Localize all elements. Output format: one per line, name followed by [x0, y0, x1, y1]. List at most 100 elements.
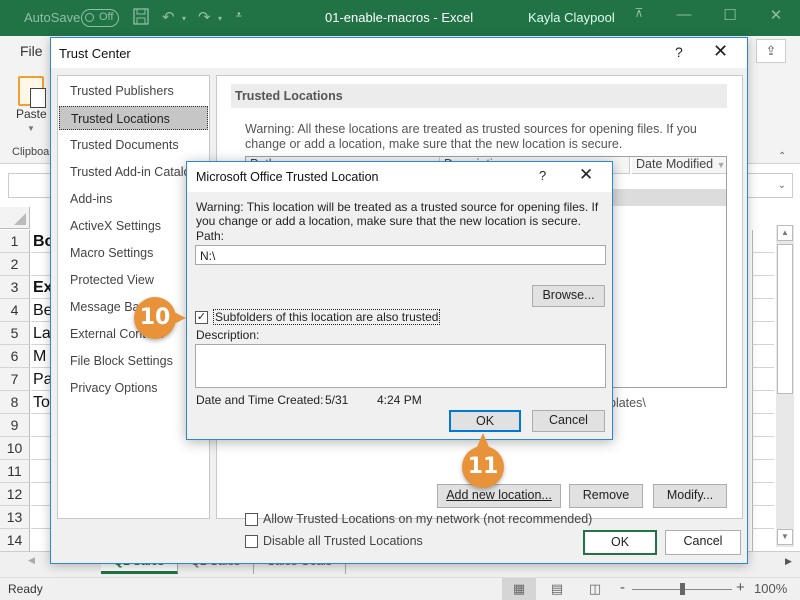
customize-qat-icon[interactable]: ⩡	[236, 10, 242, 21]
row-header[interactable]: 12	[0, 483, 30, 506]
cancel-label: Cancel	[549, 413, 588, 427]
redo-icon[interactable]: ↷	[198, 8, 211, 26]
cell-right[interactable]	[752, 483, 774, 506]
trusted-location-ok-button[interactable]: OK	[449, 410, 521, 432]
trust-center-title-bar[interactable]: Trust Center ? ✕	[51, 38, 747, 68]
cell-right[interactable]	[752, 529, 774, 552]
page-layout-view-icon[interactable]: ▤	[540, 578, 574, 600]
modify-button[interactable]: Modify...	[653, 484, 727, 508]
help-icon[interactable]: ?	[675, 44, 683, 60]
paste-dropdown-icon[interactable]: ▼	[27, 124, 35, 133]
share-icon[interactable]: ⇪	[756, 39, 786, 63]
callout-step-11: 11	[462, 446, 504, 488]
normal-view-icon[interactable]: ▦	[502, 578, 536, 600]
remove-label: Remove	[582, 488, 630, 502]
help-icon[interactable]: ?	[539, 168, 546, 183]
file-tab[interactable]: File	[20, 43, 43, 59]
nav-item-trusted-locations[interactable]: Trusted Locations	[59, 106, 208, 130]
description-input[interactable]	[195, 344, 606, 388]
trusted-location-dialog: Microsoft Office Trusted Location ? ✕ Wa…	[186, 161, 613, 440]
row-header[interactable]: 10	[0, 437, 30, 460]
name-box[interactable]	[8, 173, 52, 198]
callout-step-10: 10	[134, 297, 176, 339]
excel-title-bar: AutoSave Off ↶ ▾ ↷ ▾ ⩡ 01-enable-macros …	[0, 0, 800, 36]
cell-right[interactable]	[752, 322, 774, 345]
row-header[interactable]: 3	[0, 276, 30, 299]
status-bar: Ready ▦ ▤ ◫ - + 100%	[0, 577, 800, 600]
allow-network-checkbox[interactable]	[245, 513, 258, 526]
row-header[interactable]: 5	[0, 322, 30, 345]
page-break-view-icon[interactable]: ◫	[578, 578, 612, 600]
cell-right[interactable]	[752, 253, 774, 276]
zoom-out-icon[interactable]: -	[620, 579, 625, 596]
row-header[interactable]: 11	[0, 460, 30, 483]
nav-item-trusted-publishers[interactable]: Trusted Publishers	[59, 79, 208, 103]
scroll-up-icon[interactable]: ▲	[777, 225, 793, 241]
autosave-toggle[interactable]: Off	[81, 9, 119, 27]
cell-right[interactable]	[752, 345, 774, 368]
subfolders-checkbox[interactable]: ✓	[195, 311, 208, 324]
sort-caret-icon: ▼	[716, 160, 726, 170]
column-header-date-modified[interactable]: Date Modified ▼	[632, 157, 726, 174]
allow-network-label[interactable]: Allow Trusted Locations on my network (n…	[263, 512, 592, 526]
browse-button[interactable]: Browse...	[532, 285, 605, 307]
minimize-icon[interactable]: —	[670, 6, 698, 28]
undo-dropdown-icon[interactable]: ▾	[182, 14, 186, 23]
zoom-in-icon[interactable]: +	[736, 579, 745, 596]
scroll-tabs-left-icon[interactable]: ◀	[28, 555, 35, 566]
close-icon[interactable]: ✕	[713, 41, 728, 62]
row-header[interactable]: 6	[0, 345, 30, 368]
trusted-location-title-bar[interactable]: Microsoft Office Trusted Location ? ✕	[187, 162, 612, 192]
collapse-ribbon-icon[interactable]: ⌃	[778, 151, 786, 162]
select-all-corner[interactable]	[0, 207, 30, 229]
cell-right[interactable]	[752, 299, 774, 322]
formula-bar-expand-icon[interactable]: ⌄	[745, 173, 793, 198]
cell-right[interactable]	[752, 460, 774, 483]
cell-right[interactable]	[752, 276, 774, 299]
paste-icon[interactable]	[18, 76, 46, 108]
row-header[interactable]: 2	[0, 253, 30, 276]
callout-10-pointer	[174, 312, 186, 324]
zoom-slider-thumb[interactable]	[680, 583, 685, 595]
path-input[interactable]: N:\	[195, 245, 606, 265]
trusted-location-cancel-button[interactable]: Cancel	[532, 410, 605, 432]
user-name[interactable]: Kayla Claypool	[528, 10, 615, 25]
ribbon-display-icon[interactable]: ⊼	[625, 6, 653, 28]
nav-item-trusted-documents[interactable]: Trusted Documents	[59, 133, 208, 157]
description-label: Description:	[196, 328, 260, 342]
cell-right[interactable]	[752, 437, 774, 460]
save-icon[interactable]	[133, 8, 149, 29]
subfolders-label[interactable]: Subfolders of this location are also tru…	[213, 309, 441, 325]
maximize-icon[interactable]: ☐	[716, 6, 744, 28]
disable-all-label[interactable]: Disable all Trusted Locations	[263, 534, 423, 548]
paste-button[interactable]: Paste	[16, 107, 47, 121]
row-header[interactable]: 1	[0, 230, 30, 253]
row-header[interactable]: 13	[0, 506, 30, 529]
disable-all-checkbox[interactable]	[245, 535, 258, 548]
created-label: Date and Time Created:	[196, 393, 324, 407]
row-header[interactable]: 7	[0, 368, 30, 391]
scroll-right-icon[interactable]: ▶	[785, 556, 792, 567]
scroll-down-icon[interactable]: ▼	[777, 529, 793, 545]
add-new-location-button[interactable]: Add new location...	[437, 484, 561, 508]
close-window-icon[interactable]: ✕	[762, 6, 790, 28]
scroll-thumb[interactable]	[777, 244, 793, 394]
row-header[interactable]: 4	[0, 299, 30, 322]
trust-center-ok-button[interactable]: OK	[583, 530, 657, 555]
cell-right[interactable]	[752, 368, 774, 391]
trust-center-cancel-button[interactable]: Cancel	[665, 530, 741, 555]
redo-dropdown-icon[interactable]: ▾	[218, 14, 222, 23]
cell-right[interactable]	[752, 414, 774, 437]
undo-icon[interactable]: ↶	[162, 8, 175, 26]
trusted-locations-warning: Warning: All these locations are treated…	[245, 122, 697, 151]
remove-button[interactable]: Remove	[569, 484, 643, 508]
cell-right[interactable]	[752, 506, 774, 529]
vertical-scrollbar[interactable]: ▲ ▼	[776, 225, 794, 547]
zoom-level[interactable]: 100%	[754, 581, 787, 596]
row-header[interactable]: 9	[0, 414, 30, 437]
cell-right[interactable]	[752, 391, 774, 414]
row-header[interactable]: 14	[0, 529, 30, 552]
cell-right[interactable]	[752, 230, 774, 253]
row-header[interactable]: 8	[0, 391, 30, 414]
close-icon[interactable]: ✕	[579, 165, 593, 185]
